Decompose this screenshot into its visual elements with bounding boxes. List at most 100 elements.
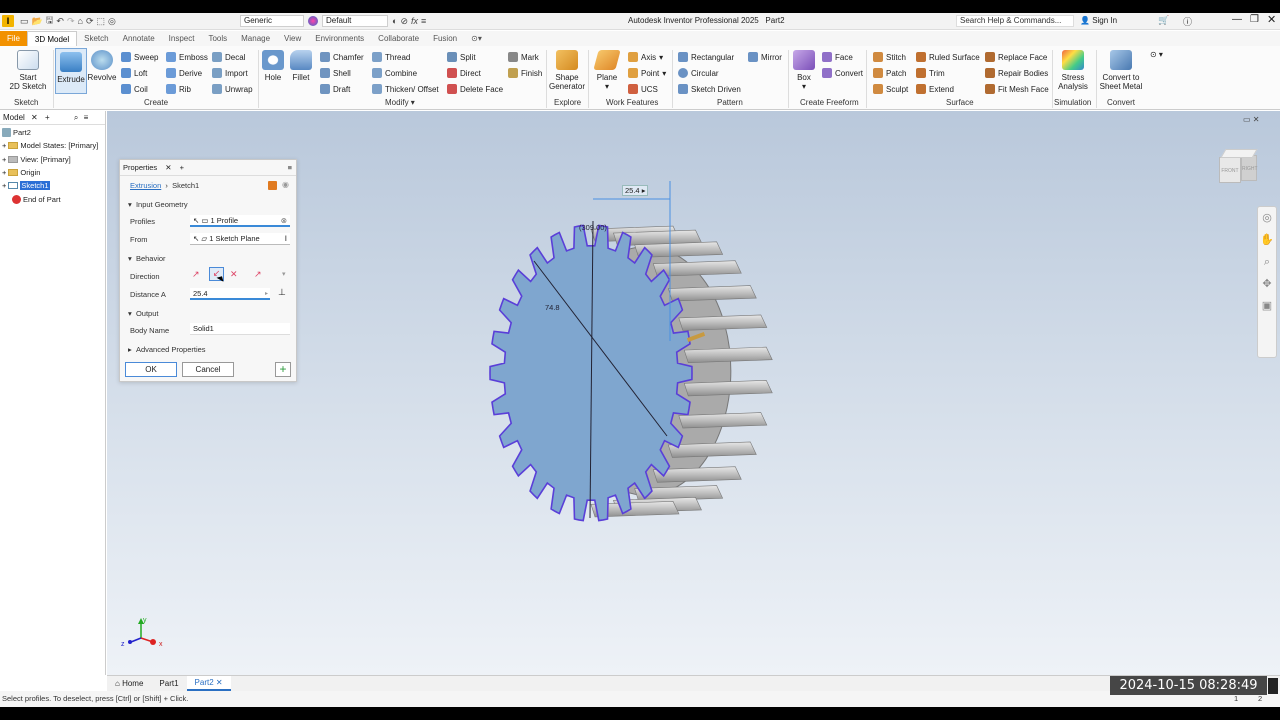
rib-button[interactable]: Rib bbox=[166, 84, 191, 94]
rectangular-pattern-button[interactable]: Rectangular bbox=[678, 52, 734, 62]
start-2d-sketch-button[interactable]: Start 2D Sketch bbox=[8, 50, 48, 91]
menu-icon[interactable]: ≡ bbox=[288, 160, 292, 176]
sculpt-button[interactable]: Sculpt bbox=[873, 84, 908, 94]
tree-item-part[interactable]: Part2 bbox=[2, 128, 31, 137]
tab-inspect[interactable]: Inspect bbox=[162, 31, 202, 46]
inventor-logo[interactable]: I bbox=[2, 15, 14, 27]
direction-dropdown-icon[interactable]: ▾ bbox=[282, 270, 286, 278]
new-icon[interactable]: ▭ bbox=[20, 16, 29, 27]
orbit-icon[interactable]: ✥ bbox=[1258, 273, 1276, 295]
home-icon[interactable]: ⌂ bbox=[78, 16, 83, 26]
flip-icon[interactable]: Ⅰ bbox=[285, 233, 287, 245]
expand-icon[interactable]: + bbox=[2, 168, 6, 177]
tree-item-view[interactable]: + View: [Primary] bbox=[2, 155, 71, 164]
fillet-button[interactable]: Fillet bbox=[288, 50, 314, 82]
update-icon[interactable]: ⟳ bbox=[86, 16, 94, 27]
save-icon[interactable]: 🖫 bbox=[46, 13, 54, 29]
decal-button[interactable]: Decal bbox=[212, 52, 245, 62]
stress-analysis-button[interactable]: Stress Analysis bbox=[1054, 50, 1092, 91]
emboss-button[interactable]: Emboss bbox=[166, 52, 208, 62]
ruled-surface-button[interactable]: Ruled Surface bbox=[916, 52, 980, 62]
body-name-input[interactable]: Solid1 bbox=[190, 323, 290, 335]
look-at-icon[interactable]: ▣ bbox=[1258, 295, 1276, 317]
select-icon[interactable]: ⬚ bbox=[96, 16, 105, 27]
direction-symmetric-icon[interactable]: ✕ bbox=[230, 269, 238, 280]
unwrap-button[interactable]: Unwrap bbox=[212, 84, 253, 94]
zoom-icon[interactable]: ⌕ bbox=[1258, 251, 1276, 273]
replace-face-button[interactable]: Replace Face bbox=[985, 52, 1047, 62]
from-selector[interactable]: ↖ ▱ 1 Sketch Plane Ⅰ bbox=[190, 233, 290, 245]
tab-options-icon[interactable]: ⊙▾ bbox=[464, 31, 489, 46]
tree-item-origin[interactable]: + Origin bbox=[2, 168, 40, 177]
patch-button[interactable]: Patch bbox=[873, 68, 906, 78]
clear-icon[interactable]: ⊘ bbox=[400, 16, 408, 27]
open-icon[interactable]: 📂 bbox=[32, 16, 43, 27]
direct-button[interactable]: Direct bbox=[447, 68, 481, 78]
split-button[interactable]: Split bbox=[447, 52, 476, 62]
add-tab-icon[interactable]: + bbox=[45, 113, 50, 122]
delete-face-button[interactable]: Delete Face bbox=[447, 84, 503, 94]
convert-sheet-metal-button[interactable]: Convert to Sheet Metal bbox=[1098, 50, 1144, 91]
apply-add-button[interactable]: + bbox=[275, 362, 291, 377]
expand-icon[interactable]: + bbox=[2, 181, 6, 190]
cancel-button[interactable]: Cancel bbox=[182, 362, 234, 377]
tab-manage[interactable]: Manage bbox=[234, 31, 277, 46]
draft-button[interactable]: Draft bbox=[320, 84, 350, 94]
tab-3d-model[interactable]: 3D Model bbox=[26, 31, 78, 46]
direction-asymmetric-icon[interactable]: ↗ bbox=[254, 269, 262, 280]
close-icon[interactable]: ✕ bbox=[165, 163, 171, 172]
fit-mesh-face-button[interactable]: Fit Mesh Face bbox=[985, 84, 1049, 94]
section-input-geometry[interactable]: ▾ Input Geometry bbox=[128, 200, 188, 209]
shape-generator-button[interactable]: Shape Generator bbox=[548, 50, 586, 91]
tab-environments[interactable]: Environments bbox=[308, 31, 371, 46]
finish-button[interactable]: Finish bbox=[508, 68, 542, 78]
fx-icon[interactable]: fx bbox=[411, 16, 418, 26]
section-advanced-properties[interactable]: ▸ Advanced Properties bbox=[128, 345, 206, 354]
preset-icon[interactable] bbox=[268, 181, 277, 190]
mirror-button[interactable]: Mirror bbox=[748, 52, 782, 62]
tree-item-sketch1[interactable]: + Sketch1 bbox=[2, 181, 50, 190]
coil-button[interactable]: Coil bbox=[121, 84, 148, 94]
point-button[interactable]: Point ▾ bbox=[628, 68, 666, 78]
tab-fusion[interactable]: Fusion bbox=[426, 31, 464, 46]
repair-bodies-button[interactable]: Repair Bodies bbox=[985, 68, 1048, 78]
chamfer-button[interactable]: Chamfer bbox=[320, 52, 364, 62]
undo-icon[interactable]: ↶ bbox=[56, 16, 64, 27]
derive-button[interactable]: Derive bbox=[166, 68, 202, 78]
direction-default-icon[interactable]: ↗ bbox=[192, 269, 200, 280]
tab-tools[interactable]: Tools bbox=[201, 31, 234, 46]
tab-collaborate[interactable]: Collaborate bbox=[371, 31, 426, 46]
redo-icon[interactable]: ↷ bbox=[67, 16, 75, 27]
revolve-button[interactable]: Revolve bbox=[87, 50, 117, 82]
dimension-distance-label[interactable]: 25.4 ▸ bbox=[622, 185, 649, 196]
search-input[interactable]: Search Help & Commands... bbox=[956, 15, 1074, 27]
circular-pattern-button[interactable]: Circular bbox=[678, 68, 719, 78]
view-cube[interactable]: FRONT RIGHT bbox=[1215, 147, 1261, 191]
browser-tab-model[interactable]: Model bbox=[3, 113, 25, 122]
convert-button[interactable]: Convert bbox=[822, 68, 863, 78]
group-modify[interactable]: Modify ▾ bbox=[385, 98, 415, 107]
extend-button[interactable]: Extend bbox=[916, 84, 954, 94]
loft-button[interactable]: Loft bbox=[121, 68, 147, 78]
ucs-button[interactable]: UCS bbox=[628, 84, 658, 94]
clear-icon[interactable]: ⊗ bbox=[281, 215, 287, 227]
ribbon-options-icon[interactable]: ⊙ ▾ bbox=[1150, 50, 1163, 59]
trim-button[interactable]: Trim bbox=[916, 68, 945, 78]
shell-button[interactable]: Shell bbox=[320, 68, 351, 78]
stitch-button[interactable]: Stitch bbox=[873, 52, 906, 62]
minimize-button[interactable]: — bbox=[1232, 14, 1242, 25]
close-button[interactable]: ✕ bbox=[1267, 13, 1276, 26]
plane-button[interactable]: Plane ▾ bbox=[592, 50, 622, 91]
search-icon[interactable]: ⌕ bbox=[74, 113, 78, 122]
combine-button[interactable]: Combine bbox=[372, 68, 417, 78]
tab-file[interactable]: File bbox=[0, 31, 27, 46]
sweep-button[interactable]: Sweep bbox=[121, 52, 158, 62]
breadcrumb-extrusion[interactable]: Extrusion bbox=[130, 181, 161, 190]
properties-tab[interactable]: Properties bbox=[123, 163, 157, 172]
menu-icon[interactable]: ≡ bbox=[84, 113, 89, 122]
profiles-selector[interactable]: ↖ ▭ 1 Profile ⊗ bbox=[190, 215, 290, 227]
doc-tab-part2[interactable]: Part2 ✕ bbox=[186, 676, 231, 691]
full-navigation-wheel-icon[interactable]: ◎ bbox=[1258, 207, 1276, 229]
ok-button[interactable]: OK bbox=[125, 362, 177, 377]
material-icon[interactable]: ◎ bbox=[108, 16, 116, 27]
